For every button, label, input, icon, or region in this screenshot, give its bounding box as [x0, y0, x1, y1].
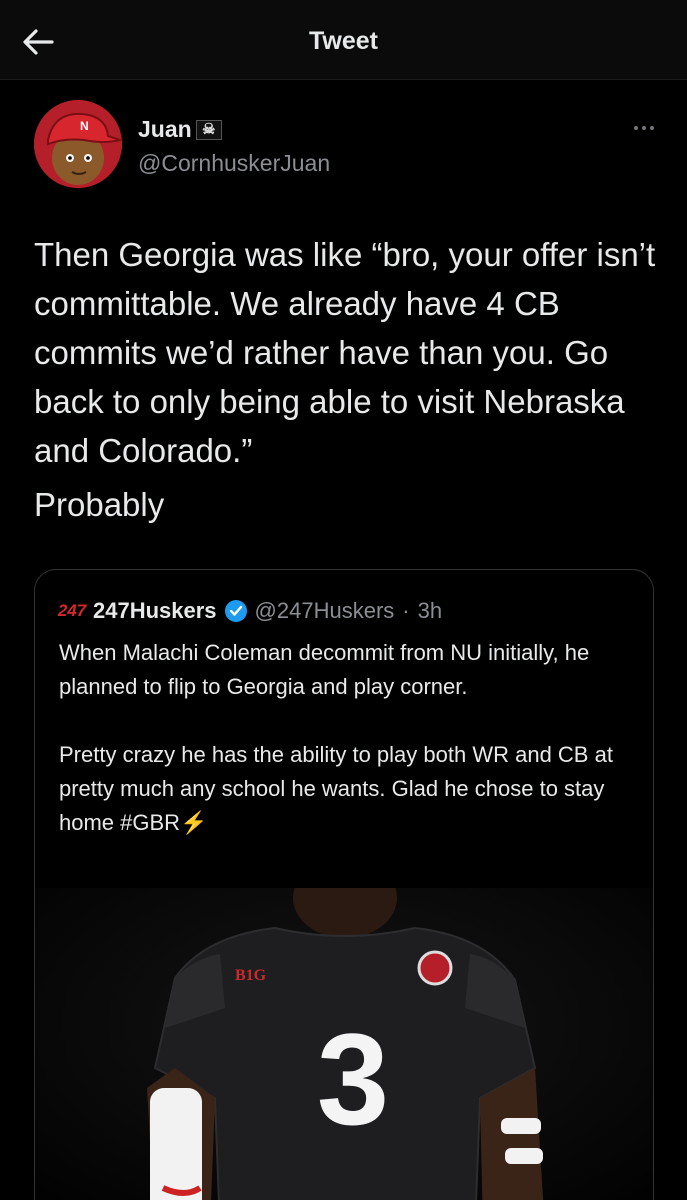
quote-header: 247 247Huskers @247Huskers · 3h — [57, 596, 443, 626]
dot-separator: · — [402, 598, 410, 623]
quoted-tweet[interactable]: 247 247Huskers @247Huskers · 3h When Mal… — [34, 569, 654, 1200]
pirate-flag-icon: ☠ — [195, 119, 222, 140]
top-bar: Tweet — [0, 0, 687, 80]
jersey-patch: B1G — [235, 967, 267, 984]
tweet-text: Then Georgia was like “bro, your offer i… — [34, 236, 665, 469]
quote-author-handle[interactable]: @247Huskers — [255, 598, 395, 624]
tweet-author: N Juan ☠ @CornhuskerJuan — [34, 100, 664, 195]
247-logo-icon: 247 — [57, 601, 87, 620]
more-options-button[interactable] — [624, 118, 664, 138]
football-player-image: B1G 3 — [35, 888, 653, 1200]
quote-author-name[interactable]: 247Huskers — [93, 598, 217, 624]
more-dot-icon — [634, 126, 638, 130]
quote-text: When Malachi Coleman decommit from NU in… — [59, 640, 613, 835]
author-name[interactable]: Juan ☠ — [138, 116, 222, 143]
verified-badge-icon — [224, 600, 247, 622]
more-dot-icon — [642, 126, 646, 130]
jersey-number: 3 — [317, 1006, 389, 1152]
avatar-illustration: N — [34, 100, 122, 188]
tweet-text-line-2: Probably — [34, 486, 165, 523]
quote-timestamp: 3h — [417, 598, 443, 623]
author-name-text: Juan — [138, 116, 192, 142]
svg-text:N: N — [80, 119, 89, 133]
quote-media-image[interactable]: B1G 3 — [35, 888, 653, 1200]
avatar[interactable]: N — [34, 100, 122, 188]
more-dot-icon — [650, 126, 654, 130]
author-handle[interactable]: @CornhuskerJuan — [138, 150, 330, 177]
page-title: Tweet — [309, 27, 378, 55]
